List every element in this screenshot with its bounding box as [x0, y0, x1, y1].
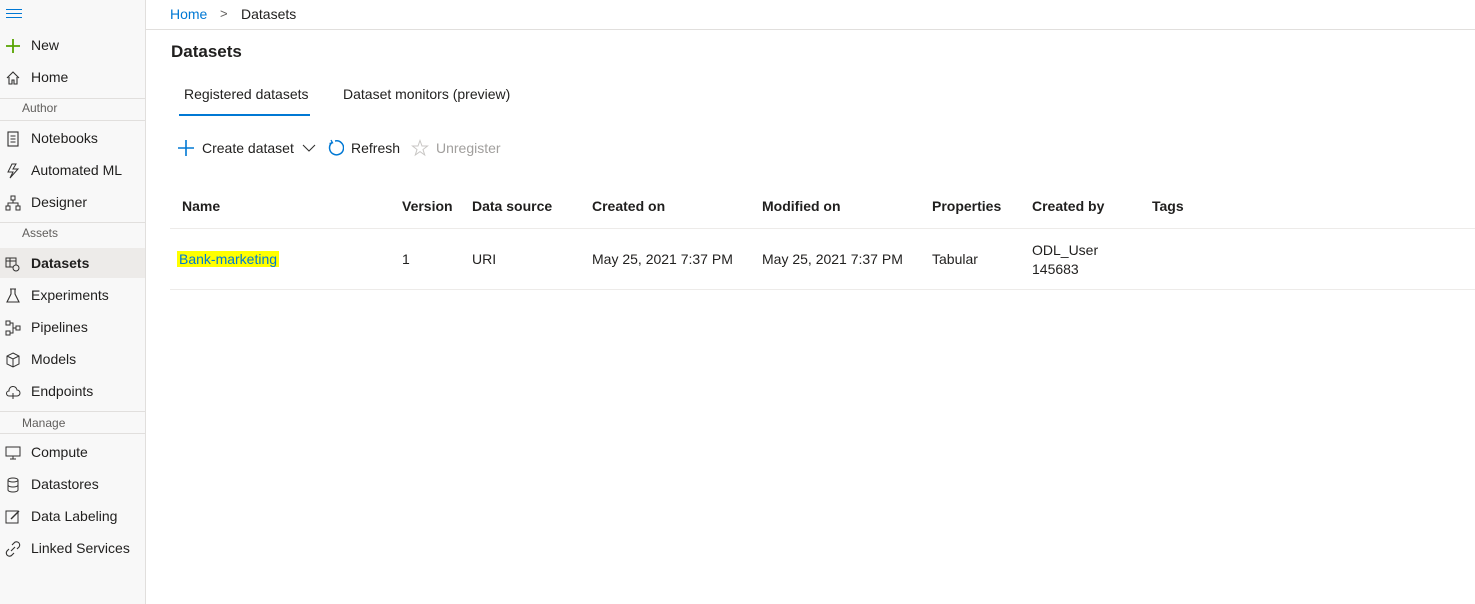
datasets-icon — [5, 257, 20, 272]
page-title: Datasets — [171, 42, 242, 61]
divider — [0, 411, 145, 412]
column-header-created-on[interactable]: Created on — [592, 198, 665, 214]
chevron-down-icon — [302, 144, 316, 152]
sidebar-item-datastores[interactable]: Datastores — [0, 469, 145, 499]
cell-version: 1 — [402, 251, 410, 267]
breadcrumb-home-link[interactable]: Home — [170, 6, 207, 22]
column-header-data-source[interactable]: Data source — [472, 198, 552, 214]
sidebar-item-label: Compute — [31, 444, 88, 460]
flask-icon — [6, 288, 20, 303]
column-header-tags[interactable]: Tags — [1152, 198, 1184, 214]
hamburger-menu-icon[interactable] — [6, 6, 22, 20]
new-button[interactable]: New — [0, 30, 145, 60]
column-header-name[interactable]: Name — [182, 198, 220, 214]
pipeline-icon — [5, 320, 21, 336]
divider — [0, 120, 145, 121]
sidebar-item-label: Automated ML — [31, 162, 123, 178]
tab-registered-datasets[interactable]: Registered datasets — [184, 86, 309, 102]
sidebar-item-endpoints[interactable]: Endpoints — [0, 376, 145, 406]
sidebar-item-models[interactable]: Models — [0, 344, 145, 374]
sidebar-item-label: Datasets — [31, 255, 90, 271]
cell-data-source: URI — [472, 251, 497, 267]
sidebar-item-label: Models — [31, 351, 77, 367]
divider — [170, 289, 1475, 290]
breadcrumb-current: Datasets — [241, 6, 297, 22]
refresh-icon — [328, 139, 344, 156]
chevron-right-icon: > — [220, 6, 228, 21]
cell-created-on: May 25, 2021 7:37 PM — [592, 251, 733, 267]
sidebar-item-data-labeling[interactable]: Data Labeling — [0, 501, 145, 531]
created-by-user: ODL_User — [1032, 242, 1099, 258]
sidebar-item-designer[interactable]: Designer — [0, 187, 145, 217]
monitor-icon — [5, 446, 21, 460]
star-icon — [411, 139, 429, 157]
divider — [170, 228, 1475, 229]
breadcrumb: Home > Datasets — [146, 0, 1475, 30]
column-header-properties[interactable]: Properties — [932, 198, 1001, 214]
notebook-icon — [7, 131, 19, 147]
created-by-id: 145683 — [1032, 261, 1079, 277]
plus-icon — [6, 39, 20, 53]
section-assets-label: Assets — [22, 226, 59, 240]
cell-name: Bank-marketing — [177, 251, 280, 267]
cube-icon — [6, 352, 20, 368]
refresh-label: Refresh — [351, 140, 401, 156]
column-header-created-by[interactable]: Created by — [1032, 198, 1104, 214]
designer-icon — [5, 195, 21, 211]
automated-ml-icon — [7, 163, 20, 179]
edit-icon — [5, 510, 20, 524]
sidebar-item-label: Datastores — [31, 476, 99, 492]
plus-icon — [178, 140, 194, 156]
sidebar-item-label: Linked Services — [31, 540, 130, 556]
sidebar-item-automated-ml[interactable]: Automated ML — [0, 155, 145, 185]
sidebar-item-label: Data Labeling — [31, 508, 118, 524]
sidebar-item-experiments[interactable]: Experiments — [0, 280, 145, 310]
sidebar-item-label: Designer — [31, 194, 88, 210]
tab-dataset-monitors[interactable]: Dataset monitors (preview) — [343, 86, 510, 102]
sidebar-item-home[interactable]: Home — [0, 62, 145, 92]
cell-created-by: ODL_User 145683 — [1032, 241, 1098, 279]
sidebar-item-linked-services[interactable]: Linked Services — [0, 533, 145, 563]
unregister-label: Unregister — [436, 140, 501, 156]
database-icon — [7, 477, 19, 493]
divider — [0, 222, 145, 223]
cell-modified-on: May 25, 2021 7:37 PM — [762, 251, 903, 267]
cell-properties: Tabular — [932, 251, 978, 267]
active-tab-indicator — [179, 114, 310, 116]
sidebar-item-label: Pipelines — [31, 319, 88, 335]
new-label: New — [31, 37, 60, 53]
cloud-icon — [6, 386, 21, 399]
sidebar-item-compute[interactable]: Compute — [0, 437, 145, 467]
sidebar-item-notebooks[interactable]: Notebooks — [0, 123, 145, 153]
refresh-button[interactable]: Refresh — [326, 138, 400, 158]
dataset-name-link[interactable]: Bank-marketing — [177, 251, 280, 267]
create-dataset-button[interactable]: Create dataset — [177, 138, 316, 158]
home-icon — [6, 71, 20, 85]
section-manage-label: Manage — [22, 416, 66, 430]
left-nav-sidebar: New Home Author Notebooks Automated ML D… — [0, 0, 146, 604]
sidebar-item-label: Endpoints — [31, 383, 94, 399]
column-header-version[interactable]: Version — [402, 198, 453, 214]
unregister-button[interactable]: Unregister — [411, 138, 501, 158]
sidebar-item-label: Experiments — [31, 287, 109, 303]
create-dataset-label: Create dataset — [202, 140, 294, 156]
divider — [0, 433, 145, 434]
section-author-label: Author — [22, 101, 58, 115]
sidebar-item-label: Notebooks — [31, 130, 98, 146]
sidebar-item-label: Home — [31, 69, 69, 85]
column-header-modified-on[interactable]: Modified on — [762, 198, 841, 214]
sidebar-item-pipelines[interactable]: Pipelines — [0, 312, 145, 342]
sidebar-item-datasets[interactable]: Datasets — [0, 248, 145, 278]
divider — [0, 98, 145, 99]
link-icon — [5, 541, 21, 557]
